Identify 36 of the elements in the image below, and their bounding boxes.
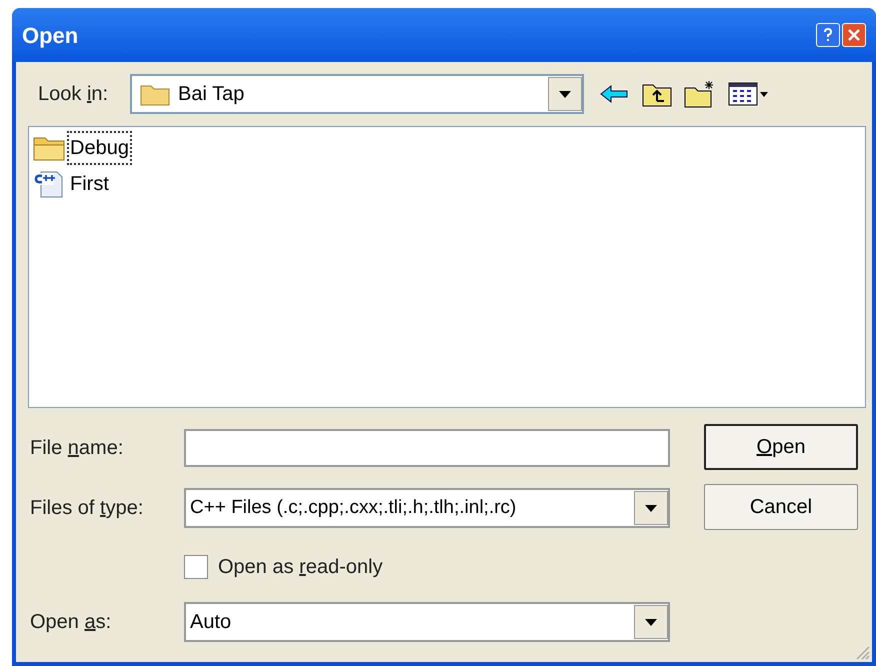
file-item[interactable]: First [67, 167, 112, 201]
open-as-dropdown[interactable]: Auto [184, 602, 670, 642]
dropdown-button[interactable] [634, 605, 668, 639]
dropdown-button[interactable] [634, 491, 668, 525]
close-button[interactable] [842, 23, 866, 47]
cpp-file-icon [33, 170, 65, 198]
help-button[interactable] [816, 23, 840, 47]
read-only-label: Open as read-only [218, 555, 383, 580]
checkbox[interactable] [184, 555, 208, 579]
new-folder-icon[interactable] [684, 80, 716, 108]
file-name-label: File name: [30, 436, 124, 461]
list-view-icon [728, 82, 758, 106]
caret-icon [645, 618, 657, 626]
files-of-type-label: Files of type: [30, 496, 144, 521]
file-item[interactable]: Debug [67, 131, 132, 165]
files-of-type-value: C++ Files (.c;.cpp;.cxx;.tli;.h;.tlh;.inl;.rc) [190, 496, 518, 520]
file-name-field[interactable] [184, 429, 670, 467]
look-in-value: Bai Tap [178, 82, 246, 107]
caret-icon [760, 92, 768, 96]
open-button[interactable]: Open [704, 424, 858, 470]
files-of-type-dropdown[interactable]: C++ Files (.c;.cpp;.cxx;.tli;.h;.tlh;.inl;.rc) [184, 488, 670, 528]
open-as-label: Open as: [30, 610, 112, 635]
window-title: Open [22, 22, 80, 50]
caret-icon [559, 90, 571, 98]
caret-icon [645, 504, 657, 512]
view-menu-button[interactable] [728, 82, 768, 106]
look-in-dropdown[interactable]: Bai Tap [130, 74, 584, 114]
back-arrow-icon[interactable] [600, 84, 628, 104]
resize-grip-icon[interactable] [854, 644, 870, 660]
open-as-value: Auto [190, 610, 232, 635]
help-icon [823, 28, 833, 42]
close-icon [848, 29, 860, 41]
folder-icon [33, 135, 65, 161]
cancel-button[interactable]: Cancel [704, 484, 858, 530]
dropdown-button[interactable] [548, 77, 582, 111]
look-in-label: Look in: [38, 82, 110, 107]
